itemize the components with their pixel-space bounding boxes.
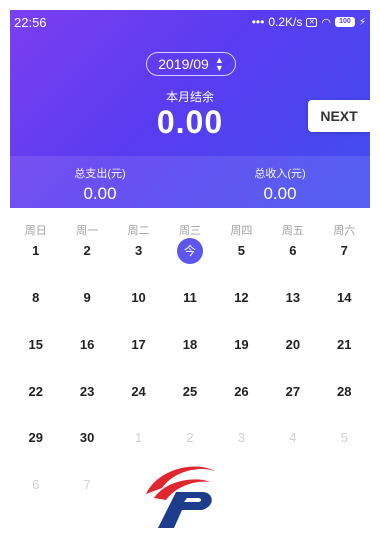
weekday-header: 周日 — [24, 225, 47, 237]
calendar-day[interactable]: 28 — [319, 379, 369, 405]
today-badge: 今 — [177, 238, 203, 264]
income-summary: 总收入(元) 0.00 — [190, 165, 370, 204]
calendar-day[interactable]: 7 — [62, 472, 112, 498]
calendar-day[interactable]: 2 — [165, 425, 215, 451]
expense-label: 总支出(元) — [74, 168, 126, 180]
calendar-day[interactable]: 7 — [319, 238, 369, 264]
signal-dots-icon: ••• — [251, 15, 265, 29]
weekday-header: 周二 — [127, 225, 150, 237]
calendar-day[interactable]: 19 — [216, 332, 266, 358]
calendar-day[interactable]: 30 — [62, 425, 112, 451]
battery-icon: 100 — [334, 17, 355, 27]
network-speed: 0.2K/s — [268, 15, 303, 29]
next-button[interactable]: NEXT — [308, 100, 370, 132]
expense-summary: 总支出(元) 0.00 — [10, 165, 190, 204]
status-time: 22:56 — [14, 15, 47, 30]
weekday-header: 周五 — [281, 225, 304, 237]
month-picker[interactable]: 2019/09 ▲ ▼ — [146, 52, 236, 76]
calendar-day[interactable]: 1 — [11, 238, 61, 264]
calendar-day[interactable]: 1 — [114, 425, 164, 451]
calendar-day[interactable]: 今 — [165, 238, 215, 264]
weekday-header: 周四 — [230, 225, 253, 237]
calendar-day[interactable]: 24 — [114, 379, 164, 405]
calendar-day[interactable]: 18 — [165, 332, 215, 358]
calendar-day[interactable]: 3 — [114, 238, 164, 264]
header-panel: 22:56 ••• 0.2K/s ✕ ◠ 100 ⚡ 2019/09 ▲ ▼ 本月… — [10, 10, 370, 208]
logo-red-swoosh — [146, 466, 216, 494]
calendar-day[interactable]: 14 — [319, 285, 369, 311]
calendar-day[interactable]: 13 — [268, 285, 318, 311]
calendar-day[interactable]: 25 — [165, 379, 215, 405]
charging-bolt-icon: ⚡ — [358, 16, 366, 28]
weekday-header: 周六 — [333, 225, 356, 237]
weekday-header: 周三 — [179, 225, 201, 237]
calendar-day[interactable]: 2 — [62, 238, 112, 264]
calendar-day[interactable]: 23 — [62, 379, 112, 405]
calendar-day[interactable]: 15 — [11, 332, 61, 358]
income-label: 总收入(元) — [254, 168, 306, 180]
status-indicators: ••• 0.2K/s ✕ ◠ 100 ⚡ — [252, 15, 366, 29]
calendar-day[interactable]: 20 — [268, 332, 318, 358]
status-bar: 22:56 ••• 0.2K/s ✕ ◠ 100 ⚡ — [10, 10, 370, 34]
calendar-day[interactable]: 8 — [11, 285, 61, 311]
calendar-day[interactable]: 5 — [319, 425, 369, 451]
month-label: 2019/09 — [158, 56, 209, 72]
calendar-day[interactable]: 27 — [268, 379, 318, 405]
calendar-day[interactable]: 21 — [319, 332, 369, 358]
calendar-day[interactable]: 29 — [11, 425, 61, 451]
calendar-day[interactable]: 4 — [268, 425, 318, 451]
calendar-day[interactable]: 5 — [216, 238, 266, 264]
summary-bar: 总支出(元) 0.00 总收入(元) 0.00 — [10, 156, 370, 208]
calendar-day[interactable]: 11 — [165, 285, 215, 311]
expense-value: 0.00 — [83, 184, 117, 203]
calendar-day[interactable]: 6 — [268, 238, 318, 264]
sim-icon: ✕ — [306, 17, 318, 27]
calendar-day[interactable]: 10 — [114, 285, 164, 311]
calendar-day[interactable]: 3 — [216, 425, 266, 451]
calendar-day[interactable]: 16 — [62, 332, 112, 358]
wifi-icon: ◠ — [321, 16, 331, 29]
calendar-day[interactable]: 12 — [216, 285, 266, 311]
calendar-day[interactable]: 17 — [114, 332, 164, 358]
weekday-header: 周一 — [76, 225, 99, 237]
calendar-day[interactable]: 26 — [216, 379, 266, 405]
calendar-day[interactable]: 6 — [11, 472, 61, 498]
income-value: 0.00 — [263, 184, 297, 203]
calendar-day[interactable]: 22 — [11, 379, 61, 405]
watermark-logo — [146, 466, 216, 528]
up-down-arrows-icon: ▲ ▼ — [214, 55, 224, 73]
calendar-day[interactable]: 9 — [62, 285, 112, 311]
